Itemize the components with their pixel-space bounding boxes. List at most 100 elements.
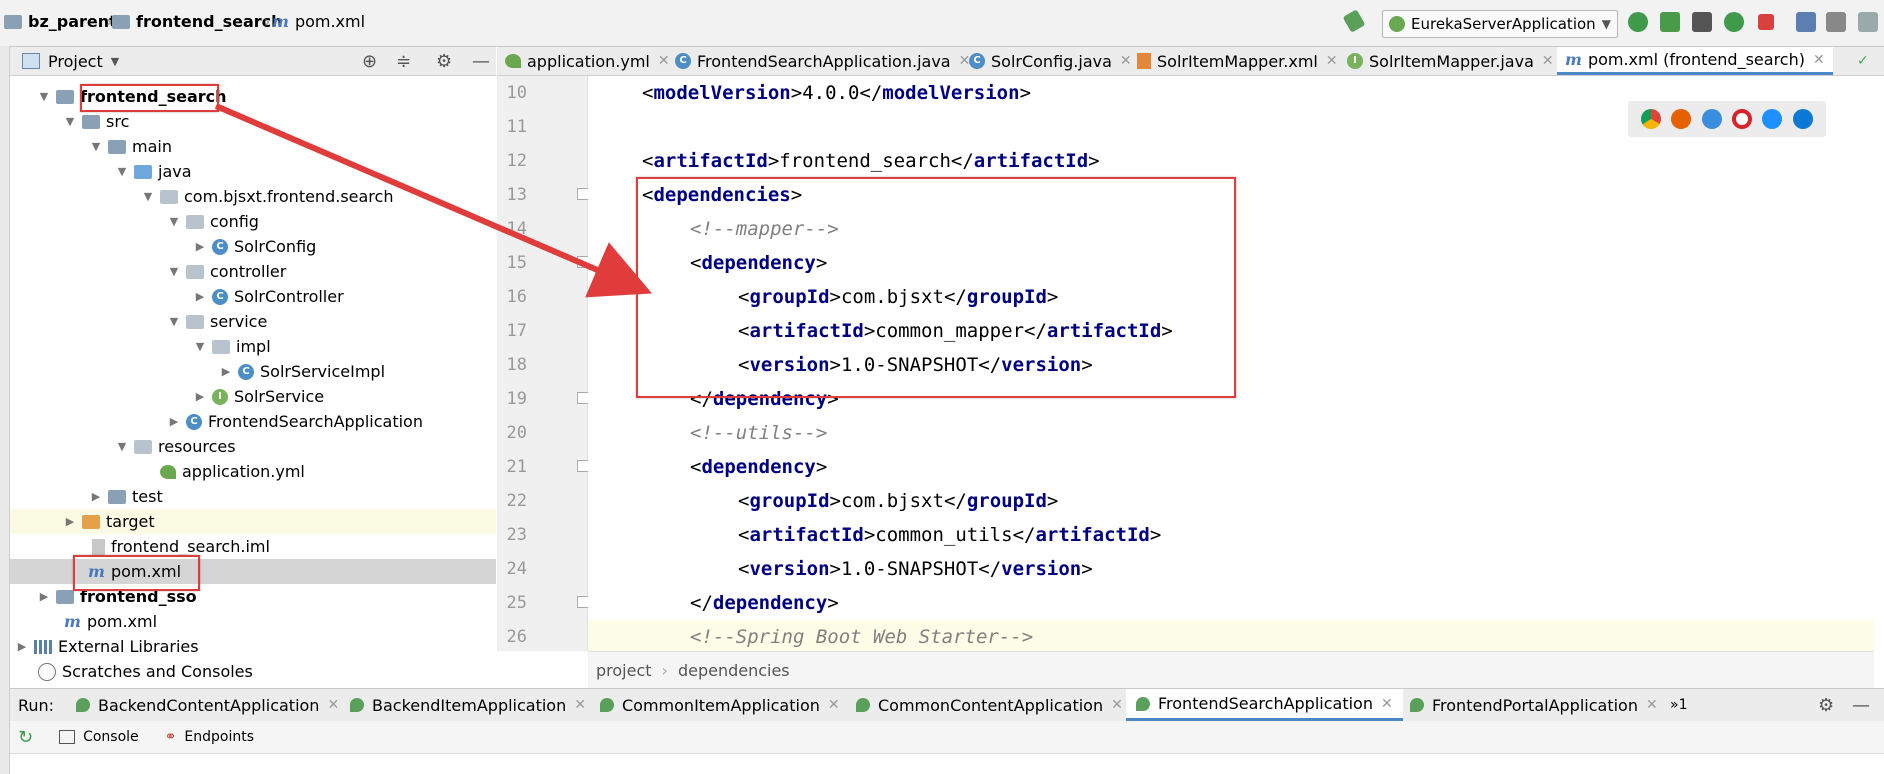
tree-item-controller[interactable]: ▼ controller: [10, 259, 496, 284]
run-tab-backendcontentapplication[interactable]: BackendContentApplication ✕: [76, 689, 339, 721]
run-tab-commoncontentapplication[interactable]: CommonContentApplication ✕: [856, 689, 1123, 721]
close-icon[interactable]: ✕: [1813, 52, 1825, 68]
tree-item-application-yml[interactable]: application.yml: [10, 459, 496, 484]
debug-bug-icon[interactable]: [1660, 12, 1680, 32]
chevron-right-icon[interactable]: ▶: [218, 365, 234, 378]
chevron-down-icon[interactable]: ▼: [88, 140, 104, 153]
run-configuration-select[interactable]: EurekaServerApplication ▼: [1382, 10, 1618, 38]
tree-item-target[interactable]: ▶ target: [10, 509, 496, 534]
chevron-down-icon[interactable]: ▼: [36, 90, 52, 103]
tree-item-config[interactable]: ▼ config: [10, 209, 496, 234]
chevron-right-icon[interactable]: ▶: [14, 640, 30, 653]
rerun-icon[interactable]: [1628, 12, 1648, 32]
tree-item-scratches[interactable]: Scratches and Consoles: [10, 659, 496, 684]
tree-item-src[interactable]: ▼ src: [10, 109, 496, 134]
profile-icon[interactable]: [1724, 12, 1744, 32]
chrome-icon[interactable]: [1641, 109, 1662, 129]
breadcrumb-bz-parent[interactable]: bz_parent: [4, 12, 117, 31]
coverage-icon[interactable]: [1692, 12, 1712, 32]
close-icon[interactable]: ✕: [1542, 53, 1554, 69]
sdk-folder-icon[interactable]: [1826, 12, 1846, 32]
tab-solritemmapper-xml[interactable]: SolrItemMapper.xml ✕: [1137, 47, 1338, 75]
chevron-down-icon[interactable]: ▼: [114, 165, 130, 178]
chevron-down-icon[interactable]: ▼: [111, 55, 119, 68]
run-tab-commonitemapplication[interactable]: CommonItemApplication ✕: [600, 689, 840, 721]
tab-frontendsearchapplication-java[interactable]: C FrontendSearchApplication.java ✕: [675, 47, 970, 75]
collapse-all-icon[interactable]: ≑: [396, 51, 411, 72]
tree-item-impl[interactable]: ▼ impl: [10, 334, 496, 359]
chevron-down-icon[interactable]: ▼: [140, 190, 156, 203]
close-icon[interactable]: ✕: [1646, 697, 1658, 713]
close-icon[interactable]: ✕: [327, 697, 339, 713]
internet-explorer-icon[interactable]: [1762, 109, 1783, 129]
tree-item-java[interactable]: ▼ java: [10, 159, 496, 184]
tab-endpoints[interactable]: Endpoints: [184, 729, 254, 745]
chevron-right-icon[interactable]: ▶: [36, 590, 52, 603]
breadcrumb-project[interactable]: project: [596, 661, 652, 680]
close-icon[interactable]: ✕: [828, 697, 840, 713]
minimize-icon[interactable]: —: [472, 51, 490, 72]
tree-item-solrconfig[interactable]: ▶ C SolrConfig: [10, 234, 496, 259]
tab-console[interactable]: Console: [83, 729, 139, 745]
breadcrumb-dependencies[interactable]: dependencies: [678, 661, 790, 680]
chevron-down-icon[interactable]: ▼: [166, 215, 182, 228]
firefox-icon[interactable]: [1671, 109, 1692, 129]
chevron-down-icon[interactable]: ▼: [166, 315, 182, 328]
more-tabs-button[interactable]: »1: [1670, 689, 1687, 721]
safari-icon[interactable]: [1701, 109, 1722, 129]
spring-boot-icon: [1410, 698, 1424, 712]
run-tab-frontendsearchapplication-active[interactable]: FrontendSearchApplication ✕: [1126, 689, 1403, 721]
chevron-down-icon[interactable]: ▼: [62, 115, 78, 128]
close-icon[interactable]: ✕: [1326, 53, 1338, 69]
gear-icon[interactable]: ⚙: [436, 51, 452, 72]
tab-solritemmapper-java[interactable]: I SolrItemMapper.java ✕: [1347, 47, 1554, 75]
locate-target-icon[interactable]: ⊕: [362, 51, 377, 72]
tree-item-service[interactable]: ▼ service: [10, 309, 496, 334]
chevron-down-icon[interactable]: ▼: [192, 340, 208, 353]
stop-icon[interactable]: [1758, 14, 1774, 30]
breadcrumb-frontend-search[interactable]: frontend_search: [112, 12, 283, 31]
tab-solrconfig-java[interactable]: C SolrConfig.java ✕: [969, 47, 1132, 75]
gear-icon[interactable]: ⚙: [1818, 689, 1834, 721]
close-icon[interactable]: ✕: [1120, 53, 1132, 69]
tab-application-yml[interactable]: application.yml ✕: [505, 47, 670, 75]
chevron-right-icon[interactable]: ▶: [192, 290, 208, 303]
tree-item-solrservice[interactable]: ▶ I SolrService: [10, 384, 496, 409]
console-output[interactable]: [10, 754, 1884, 774]
run-tab-frontendportalapplication[interactable]: FrontendPortalApplication ✕: [1410, 689, 1658, 721]
opera-icon[interactable]: [1732, 109, 1753, 129]
close-icon[interactable]: ✕: [574, 697, 586, 713]
tree-item-test[interactable]: ▶ test: [10, 484, 496, 509]
tree-item-frontendsearchapplication[interactable]: ▶ C FrontendSearchApplication: [10, 409, 496, 434]
breadcrumb-pom-xml[interactable]: m pom.xml: [272, 12, 365, 31]
tree-item-root-pom-xml[interactable]: m pom.xml: [10, 609, 496, 634]
tab-pom-xml-active[interactable]: m pom.xml (frontend_search) ✕: [1557, 47, 1833, 75]
run-tab-backenditemapplication[interactable]: BackendItemApplication ✕: [350, 689, 586, 721]
tree-item-main[interactable]: ▼ main: [10, 134, 496, 159]
edge-icon[interactable]: [1792, 109, 1813, 129]
chevron-right-icon[interactable]: ▶: [88, 490, 104, 503]
minimize-icon[interactable]: —: [1852, 689, 1870, 721]
chevron-right-icon[interactable]: ▶: [166, 415, 182, 428]
rerun-icon[interactable]: ↻: [18, 727, 33, 748]
tree-item-solrcontroller[interactable]: ▶ C SolrController: [10, 284, 496, 309]
chevron-right-icon[interactable]: ▶: [62, 515, 78, 528]
chevron-right-icon[interactable]: ▶: [192, 240, 208, 253]
close-icon[interactable]: ✕: [1111, 697, 1123, 713]
chevron-right-icon[interactable]: ▶: [192, 390, 208, 403]
spring-boot-icon: [856, 698, 870, 712]
chevron-down-icon[interactable]: ▼: [114, 440, 130, 453]
tree-item-package[interactable]: ▼ com.bjsxt.frontend.search: [10, 184, 496, 209]
tree-item-external-libraries[interactable]: ▶ External Libraries: [10, 634, 496, 659]
build-hammer-icon[interactable]: [1342, 9, 1366, 33]
project-structure-icon[interactable]: [1796, 12, 1816, 32]
tree-item-solrserviceimpl[interactable]: ▶ C SolrServiceImpl: [10, 359, 496, 384]
tree-item-resources[interactable]: ▼ resources: [10, 434, 496, 459]
package-icon: [186, 314, 204, 329]
chevron-down-icon[interactable]: ▼: [166, 265, 182, 278]
terminal-icon[interactable]: [1858, 12, 1878, 32]
close-icon[interactable]: ✕: [658, 53, 670, 69]
project-panel-title[interactable]: Project: [48, 52, 103, 71]
yaml-file-icon: [160, 464, 176, 479]
close-icon[interactable]: ✕: [1381, 696, 1393, 712]
